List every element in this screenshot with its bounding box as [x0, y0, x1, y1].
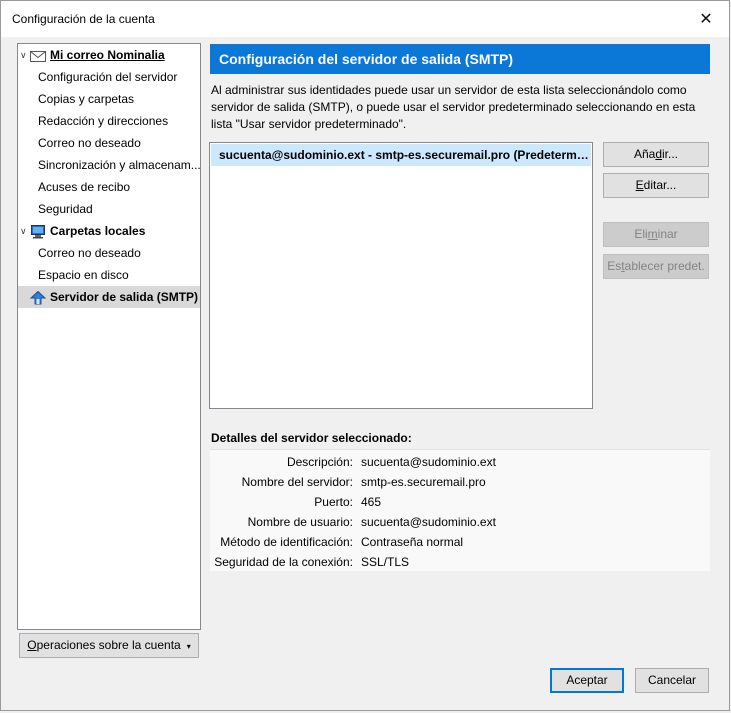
tree-item-disk-space[interactable]: Espacio en disco [18, 264, 200, 286]
tree-account-label: Carpetas locales [50, 224, 146, 238]
detail-row-port: Puerto: 465 [210, 492, 710, 512]
cancel-button[interactable]: Cancelar [635, 668, 709, 693]
button-label-accel: E [635, 178, 644, 192]
detail-value: Contraseña normal [361, 535, 464, 549]
tree-item-label: Espacio en disco [38, 268, 129, 282]
detail-row-connection-security: Seguridad de la conexión: SSL/TLS [210, 552, 710, 572]
detail-row-server-name: Nombre del servidor: smtp-es.securemail.… [210, 472, 710, 492]
detail-label: Nombre del servidor: [241, 475, 353, 489]
tree-item-local-junk[interactable]: Correo no deseado [18, 242, 200, 264]
details-title: Detalles del servidor seleccionado: [211, 431, 412, 445]
title-bar: Configuración de la cuenta ✕ [1, 1, 729, 37]
tree-item-label: Correo no deseado [38, 246, 141, 260]
caret-down-icon: ▾ [186, 642, 191, 651]
detail-row-username: Nombre de usuario: sucuenta@sudominio.ex… [210, 512, 710, 532]
tree-account-mi-correo[interactable]: ∨ Mi correo Nominalia [18, 44, 200, 66]
button-label: ditar... [643, 178, 677, 192]
local-folders-computer-icon [30, 224, 46, 239]
detail-value: sucuenta@sudominio.ext [361, 515, 496, 529]
add-button[interactable]: Añadir... [603, 142, 709, 167]
detail-value: smtp-es.securemail.pro [361, 475, 486, 489]
tree-item-label: Redacción y direcciones [38, 114, 169, 128]
tree-item-label: Correo no deseado [38, 136, 141, 150]
button-label-accel: d [655, 147, 663, 161]
account-settings-dialog: Configuración de la cuenta ✕ ∨ Mi correo… [0, 0, 730, 711]
detail-row-auth-method: Método de identificación: Contraseña nor… [210, 532, 710, 552]
detail-label: Nombre de usuario: [247, 515, 353, 529]
mail-envelope-icon [30, 48, 46, 62]
smtp-server-row[interactable]: sucuenta@sudominio.ext - smtp-es.securem… [211, 144, 591, 166]
tree-account-local-folders[interactable]: ∨ Carpetas locales [18, 220, 200, 242]
window-title: Configuración de la cuenta [12, 12, 155, 26]
detail-label: Método de identificación: [220, 535, 353, 549]
button-label: ablecer predet. [624, 259, 705, 273]
account-operations-button[interactable]: Operaciones sobre la cuenta ▾ [19, 633, 199, 658]
close-icon: ✕ [699, 11, 713, 28]
ok-button[interactable]: Aceptar [550, 668, 624, 693]
detail-value: SSL/TLS [361, 555, 410, 569]
account-tree[interactable]: ∨ Mi correo Nominalia Configuración del … [17, 43, 201, 630]
detail-label: Descripción: [286, 455, 353, 469]
button-label-accel: O [27, 638, 37, 652]
button-label: Es [607, 259, 622, 273]
detail-value: sucuenta@sudominio.ext [361, 455, 496, 469]
button-label: inar [657, 227, 678, 241]
panel-description: Al administrar sus identidades puede usa… [211, 83, 696, 131]
edit-button[interactable]: Editar... [603, 173, 709, 198]
tree-item-sync-storage[interactable]: Sincronización y almacenam... [18, 154, 200, 176]
button-label-accel: m [647, 227, 658, 241]
tree-account-label: Mi correo Nominalia [50, 48, 165, 62]
close-button[interactable]: ✕ [683, 1, 729, 37]
smtp-server-list[interactable]: sucuenta@sudominio.ext - smtp-es.securem… [209, 142, 593, 409]
tree-item-label: Sincronización y almacenam... [38, 158, 200, 172]
tree-item-label: Copias y carpetas [38, 92, 135, 106]
tree-item-server-settings[interactable]: Configuración del servidor [18, 66, 200, 88]
button-label: Aña [633, 147, 656, 161]
button-label: peraciones sobre la cuenta [36, 638, 181, 652]
server-details: Descripción: sucuenta@sudominio.ext Nomb… [210, 449, 710, 571]
tree-item-junk[interactable]: Correo no deseado [18, 132, 200, 154]
chevron-down-icon[interactable]: ∨ [20, 220, 30, 242]
tree-item-label: Acuses de recibo [38, 180, 131, 194]
tree-item-receipts[interactable]: Acuses de recibo [18, 176, 200, 198]
outgoing-server-icon [29, 290, 47, 305]
detail-label: Puerto: [314, 495, 353, 509]
tree-item-label: Seguridad [38, 202, 93, 216]
detail-row-description: Descripción: sucuenta@sudominio.ext [210, 452, 710, 472]
button-label: ir... [662, 147, 679, 161]
tree-item-security[interactable]: Seguridad [18, 198, 200, 220]
chevron-down-icon[interactable]: ∨ [20, 44, 30, 66]
tree-item-label: Configuración del servidor [38, 70, 178, 84]
detail-label: Seguridad de la conexión: [214, 555, 353, 569]
tree-item-copies-folders[interactable]: Copias y carpetas [18, 88, 200, 110]
button-label: Eli [634, 227, 648, 241]
delete-button[interactable]: Eliminar [603, 222, 709, 247]
tree-item-label: Servidor de salida (SMTP) [50, 290, 199, 304]
tree-item-composition[interactable]: Redacción y direcciones [18, 110, 200, 132]
tree-item-smtp[interactable]: Servidor de salida (SMTP) [18, 286, 200, 308]
panel-header: Configuración del servidor de salida (SM… [210, 44, 710, 74]
detail-value: 465 [361, 495, 382, 509]
set-default-button[interactable]: Establecer predet. [603, 254, 709, 279]
